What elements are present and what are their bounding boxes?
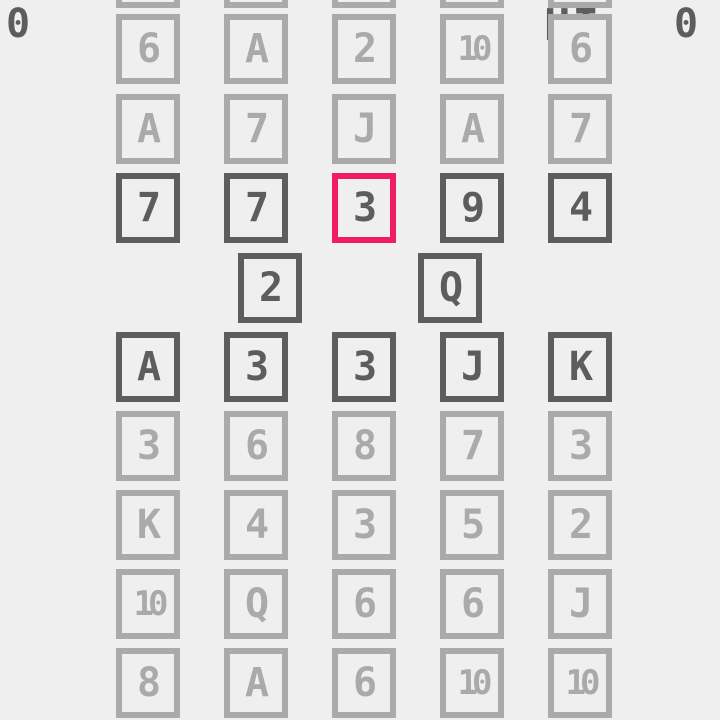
game-board: 0 HI 0 6A2106A7JA7773942QA33JK36873K4352…: [0, 0, 720, 720]
lower-card[interactable]: 5: [440, 490, 504, 560]
lower-card[interactable]: 6: [440, 569, 504, 639]
lower-card[interactable]: A: [116, 332, 180, 402]
lower-card[interactable]: K: [116, 490, 180, 560]
hand-card[interactable]: Q: [418, 253, 482, 323]
upper-card[interactable]: J: [332, 94, 396, 164]
lower-card[interactable]: 10: [548, 648, 612, 718]
upper-card[interactable]: [440, 0, 504, 8]
lower-card[interactable]: 3: [332, 490, 396, 560]
upper-card[interactable]: 7: [116, 173, 180, 243]
upper-card[interactable]: 7: [224, 94, 288, 164]
lower-card[interactable]: 8: [332, 411, 396, 481]
upper-card[interactable]: 2: [332, 14, 396, 84]
hi-score-display: 0: [674, 1, 699, 47]
lower-card[interactable]: 10: [440, 648, 504, 718]
upper-card[interactable]: A: [224, 14, 288, 84]
lower-card[interactable]: Q: [224, 569, 288, 639]
upper-card[interactable]: 9: [440, 173, 504, 243]
lower-card[interactable]: J: [440, 332, 504, 402]
lower-card[interactable]: 6: [224, 411, 288, 481]
upper-card[interactable]: A: [116, 94, 180, 164]
lower-card[interactable]: 6: [332, 648, 396, 718]
upper-card[interactable]: A: [440, 94, 504, 164]
lower-card[interactable]: 3: [332, 332, 396, 402]
upper-card[interactable]: 4: [548, 173, 612, 243]
upper-card[interactable]: 6: [116, 14, 180, 84]
lower-card[interactable]: 4: [224, 490, 288, 560]
upper-card[interactable]: [116, 0, 180, 8]
lower-card[interactable]: 3: [116, 411, 180, 481]
hand-card[interactable]: 2: [238, 253, 302, 323]
lower-card[interactable]: A: [224, 648, 288, 718]
lower-card[interactable]: 6: [332, 569, 396, 639]
upper-card[interactable]: [332, 0, 396, 8]
lower-card[interactable]: J: [548, 569, 612, 639]
upper-card[interactable]: [548, 0, 612, 8]
upper-card[interactable]: 6: [548, 14, 612, 84]
lower-card[interactable]: 7: [440, 411, 504, 481]
lower-card[interactable]: 8: [116, 648, 180, 718]
selected-card[interactable]: 3: [332, 173, 396, 243]
upper-card[interactable]: 7: [224, 173, 288, 243]
upper-card[interactable]: 7: [548, 94, 612, 164]
lower-card[interactable]: 3: [548, 411, 612, 481]
lower-card[interactable]: K: [548, 332, 612, 402]
lower-card[interactable]: 2: [548, 490, 612, 560]
upper-card[interactable]: 10: [440, 14, 504, 84]
lower-card[interactable]: 3: [224, 332, 288, 402]
lower-card[interactable]: 10: [116, 569, 180, 639]
upper-card[interactable]: [224, 0, 288, 8]
score-display: 0: [6, 1, 31, 47]
